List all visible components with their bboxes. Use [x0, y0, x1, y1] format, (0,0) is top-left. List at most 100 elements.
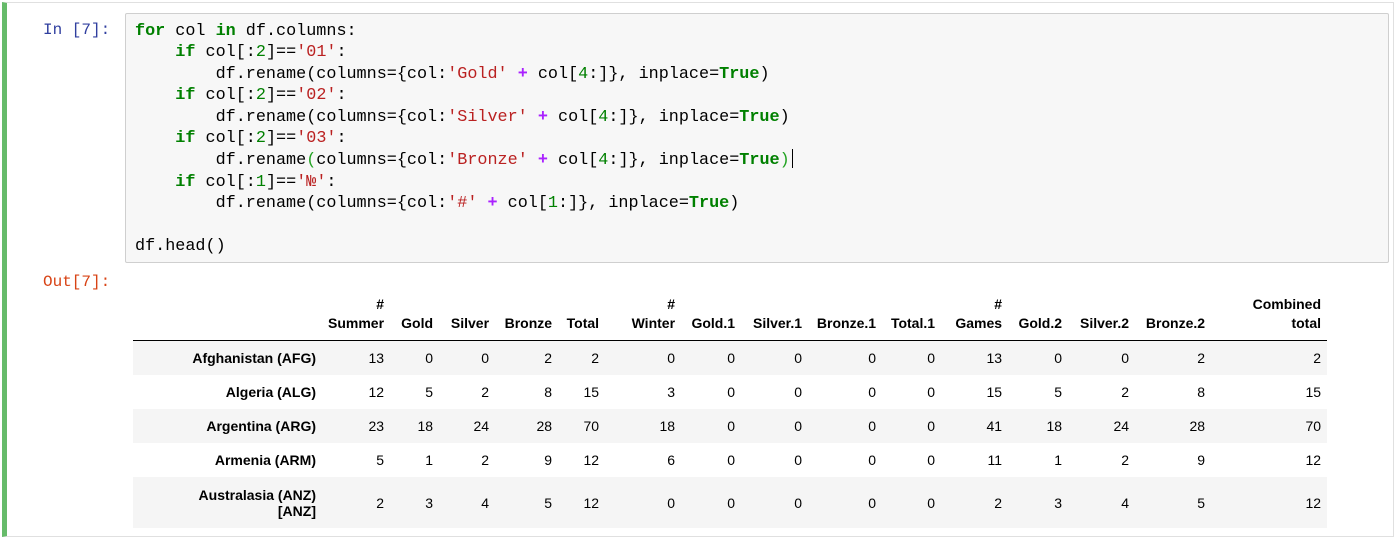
table-cell: 5	[544, 494, 553, 511]
table-cell: 23	[368, 418, 385, 434]
table-cell: 1	[1054, 452, 1063, 468]
table-cell: 70	[583, 418, 600, 434]
column-header: Combined total	[1211, 293, 1328, 341]
table-cell: 0	[1121, 350, 1130, 366]
code-line-8: if col[:1]=='№':	[175, 172, 337, 192]
code-line-7: df.rename(columns={col:'Bronze' + col[4:…	[135, 149, 793, 170]
table-cell: 12	[583, 452, 600, 468]
table-cell: 3	[667, 384, 676, 400]
output-prompt: Out[7]:	[43, 273, 111, 291]
table-cell: 15	[1305, 384, 1322, 400]
table-cell: 2	[1197, 350, 1206, 366]
table-cell: 8	[1197, 384, 1206, 400]
column-header: Bronze	[495, 293, 559, 341]
table-cell: 4	[1121, 494, 1130, 511]
table-cell: 4	[481, 494, 490, 511]
code-line-9: df.rename(columns={col:'#' + col[1:]}, i…	[135, 194, 740, 214]
table-cell: 0	[727, 494, 736, 511]
table-cell: 28	[1189, 418, 1206, 434]
column-header: Silver.2	[1068, 293, 1136, 341]
column-header: Total.1	[882, 293, 942, 341]
table-cell: 5	[376, 452, 385, 468]
table-cell: 2	[481, 452, 490, 468]
table-cell: 2	[376, 494, 385, 511]
code-line-2: if col[:2]=='01':	[175, 43, 347, 63]
table-cell: 1	[425, 452, 434, 468]
table-cell: 0	[794, 350, 803, 366]
table-cell: 15	[583, 384, 600, 400]
table-row: Algeria (ALG) 12 5 2 8 15 3 0 0 0 0 15 5…	[133, 375, 1327, 409]
table-row: Argentina (ARG) 23 18 24 28 70 18 0 0 0 …	[133, 409, 1328, 443]
notebook-cell[interactable]: In [7]: for col in df.columns: if col[:2…	[2, 2, 1394, 537]
input-prompt: In [7]:	[43, 21, 111, 39]
table-cell: 8	[544, 384, 553, 400]
table-cell: 0	[927, 418, 936, 434]
column-header: Gold.2	[1008, 293, 1069, 341]
code-line-5: df.rename(columns={col:'Silver' + col[4:…	[135, 107, 790, 127]
table-cell: 2	[994, 494, 1003, 511]
table-cell: 13	[368, 350, 385, 366]
column-header: # Games	[941, 293, 1009, 341]
code-line-4: if col[:2]=='02':	[175, 86, 347, 106]
table-row: Afghanistan (AFG) 13 0 0 2 2 0 0 0 0 0 1…	[133, 340, 1328, 375]
table-cell: 3	[425, 494, 434, 511]
row-index: Algeria (ALG)	[225, 384, 316, 400]
text-cursor	[791, 149, 793, 169]
table-cell: 12	[1305, 494, 1322, 511]
code-line-3: df.rename(columns={col:'Gold' + col[4:]}…	[135, 64, 770, 84]
table-row: Australasia (ANZ) [ANZ] 2 3 4 5 12 0 0 0 …	[133, 477, 1328, 528]
table-cell: 18	[417, 418, 434, 434]
code-line-11: df.head()	[135, 237, 226, 257]
code-editor[interactable]: for col in df.columns: if col[:2]=='01':…	[125, 13, 1389, 263]
table-cell: 6	[667, 452, 676, 468]
table-cell: 70	[1305, 418, 1322, 434]
code-text[interactable]: for col in df.columns: if col[:2]=='01':…	[135, 21, 793, 257]
table-cell: 2	[481, 384, 490, 400]
column-header: Bronze.1	[808, 293, 883, 341]
table-cell: 24	[1113, 418, 1130, 434]
table-cell: 0	[927, 452, 936, 468]
table-cell: 0	[667, 350, 676, 366]
table-cell: 0	[868, 350, 877, 366]
code-line-6: if col[:2]=='03':	[175, 129, 347, 149]
table-cell: 0	[927, 350, 936, 366]
table-cell: 0	[425, 350, 434, 366]
table-cell: 2	[1121, 452, 1130, 468]
table-cell: 0	[727, 384, 736, 400]
table-cell: 3	[1054, 494, 1063, 511]
table-cell: 0	[868, 494, 877, 511]
table-cell: 2	[544, 350, 553, 366]
table-cell: 28	[536, 418, 553, 434]
header-row: # Summer Gold Silver Bronze Total # Winter…	[133, 293, 1328, 341]
row-index: Australasia (ANZ) [ANZ]	[198, 486, 316, 519]
table-cell: 0	[868, 452, 877, 468]
table-cell: 24	[473, 418, 490, 434]
row-index: Afghanistan (AFG)	[192, 350, 316, 366]
table-cell: 0	[927, 494, 936, 511]
table-cell: 2	[591, 350, 600, 366]
row-index: Argentina (ARG)	[206, 418, 316, 434]
table-cell: 0	[868, 384, 877, 400]
table-cell: 2	[1121, 384, 1130, 400]
table-row: Armenia (ARM) 5 1 2 9 12 6 0 0 0 0 11 1 …	[133, 443, 1327, 477]
table-body: Afghanistan (AFG) 13 0 0 2 2 0 0 0 0 0 1…	[133, 340, 1328, 528]
table-header: # Summer Gold Silver Bronze Total # Winter…	[133, 293, 1328, 341]
table-cell: 0	[727, 452, 736, 468]
dataframe-output: # Summer Gold Silver Bronze Total # Winter…	[133, 293, 1328, 528]
table-cell: 0	[794, 494, 803, 511]
table-cell: 11	[987, 452, 1003, 468]
table-cell: 13	[986, 350, 1003, 366]
table-cell: 0	[1054, 350, 1063, 366]
table-cell: 0	[481, 350, 490, 366]
table-cell: 5	[425, 384, 434, 400]
table-cell: 18	[1046, 418, 1063, 434]
column-header: Gold	[390, 293, 440, 341]
table-cell: 0	[667, 494, 676, 511]
column-header: # Winter	[605, 293, 682, 341]
table-cell: 0	[794, 384, 803, 400]
table-cell: 12	[583, 494, 600, 511]
code-line-1: for col in df.columns:	[135, 22, 357, 41]
table-cell: 0	[868, 418, 877, 434]
table-cell: 0	[727, 350, 736, 366]
column-header: Silver	[439, 293, 496, 341]
